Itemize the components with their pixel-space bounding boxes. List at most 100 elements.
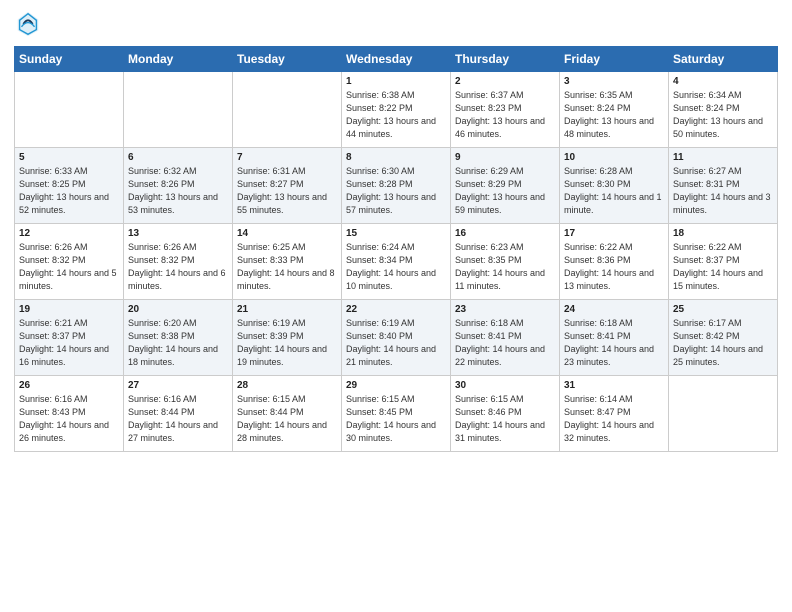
col-header-monday: Monday <box>124 47 233 72</box>
col-header-tuesday: Tuesday <box>233 47 342 72</box>
day-number: 28 <box>237 380 337 391</box>
day-info: Sunrise: 6:22 AM Sunset: 8:36 PM Dayligh… <box>564 241 664 293</box>
calendar-row: 1 Sunrise: 6:38 AM Sunset: 8:22 PM Daylig… <box>15 72 778 148</box>
day-number: 6 <box>128 152 228 163</box>
day-info: Sunrise: 6:33 AM Sunset: 8:25 PM Dayligh… <box>19 165 119 217</box>
day-info: Sunrise: 6:29 AM Sunset: 8:29 PM Dayligh… <box>455 165 555 217</box>
calendar-cell <box>124 72 233 148</box>
day-number: 10 <box>564 152 664 163</box>
day-info: Sunrise: 6:22 AM Sunset: 8:37 PM Dayligh… <box>673 241 773 293</box>
calendar-cell: 12 Sunrise: 6:26 AM Sunset: 8:32 PM Dayli… <box>15 224 124 300</box>
day-number: 8 <box>346 152 446 163</box>
day-info: Sunrise: 6:19 AM Sunset: 8:39 PM Dayligh… <box>237 317 337 369</box>
day-info: Sunrise: 6:21 AM Sunset: 8:37 PM Dayligh… <box>19 317 119 369</box>
day-number: 31 <box>564 380 664 391</box>
col-header-thursday: Thursday <box>451 47 560 72</box>
calendar-cell: 15 Sunrise: 6:24 AM Sunset: 8:34 PM Dayli… <box>342 224 451 300</box>
day-number: 2 <box>455 76 555 87</box>
day-info: Sunrise: 6:30 AM Sunset: 8:28 PM Dayligh… <box>346 165 446 217</box>
calendar-row: 5 Sunrise: 6:33 AM Sunset: 8:25 PM Daylig… <box>15 148 778 224</box>
day-info: Sunrise: 6:28 AM Sunset: 8:30 PM Dayligh… <box>564 165 664 217</box>
calendar-cell: 1 Sunrise: 6:38 AM Sunset: 8:22 PM Daylig… <box>342 72 451 148</box>
day-info: Sunrise: 6:15 AM Sunset: 8:44 PM Dayligh… <box>237 393 337 445</box>
col-header-sunday: Sunday <box>15 47 124 72</box>
calendar-cell: 7Sunrise: 6:31 AM Sunset: 8:27 PM Daylig… <box>233 148 342 224</box>
day-info: Sunrise: 6:37 AM Sunset: 8:23 PM Dayligh… <box>455 89 555 141</box>
day-info: Sunrise: 6:35 AM Sunset: 8:24 PM Dayligh… <box>564 89 664 141</box>
calendar-cell: 9 Sunrise: 6:29 AM Sunset: 8:29 PM Daylig… <box>451 148 560 224</box>
logo-icon <box>14 10 42 38</box>
calendar-cell: 5 Sunrise: 6:33 AM Sunset: 8:25 PM Daylig… <box>15 148 124 224</box>
day-number: 22 <box>346 304 446 315</box>
day-info: Sunrise: 6:16 AM Sunset: 8:43 PM Dayligh… <box>19 393 119 445</box>
calendar-cell <box>669 376 778 452</box>
calendar-cell: 21 Sunrise: 6:19 AM Sunset: 8:39 PM Dayli… <box>233 300 342 376</box>
day-info: Sunrise: 6:32 AM Sunset: 8:26 PM Dayligh… <box>128 165 228 217</box>
day-info: Sunrise: 6:16 AM Sunset: 8:44 PM Dayligh… <box>128 393 228 445</box>
calendar-cell <box>233 72 342 148</box>
day-number: 19 <box>19 304 119 315</box>
calendar-row: 26 Sunrise: 6:16 AM Sunset: 8:43 PM Dayli… <box>15 376 778 452</box>
calendar-cell: 16 Sunrise: 6:23 AM Sunset: 8:35 PM Dayli… <box>451 224 560 300</box>
day-info: Sunrise: 6:20 AM Sunset: 8:38 PM Dayligh… <box>128 317 228 369</box>
day-info: Sunrise: 6:15 AM Sunset: 8:46 PM Dayligh… <box>455 393 555 445</box>
calendar-cell: 28 Sunrise: 6:15 AM Sunset: 8:44 PM Dayli… <box>233 376 342 452</box>
day-number: 30 <box>455 380 555 391</box>
day-number: 16 <box>455 228 555 239</box>
day-info: Sunrise: 6:23 AM Sunset: 8:35 PM Dayligh… <box>455 241 555 293</box>
calendar-row: 19 Sunrise: 6:21 AM Sunset: 8:37 PM Dayli… <box>15 300 778 376</box>
calendar-cell: 18 Sunrise: 6:22 AM Sunset: 8:37 PM Dayli… <box>669 224 778 300</box>
header-row: SundayMondayTuesdayWednesdayThursdayFrid… <box>15 47 778 72</box>
day-number: 3 <box>564 76 664 87</box>
day-number: 4 <box>673 76 773 87</box>
calendar-cell: 20 Sunrise: 6:20 AM Sunset: 8:38 PM Dayli… <box>124 300 233 376</box>
day-info: Sunrise: 6:27 AM Sunset: 8:31 PM Dayligh… <box>673 165 773 217</box>
day-info: Sunrise: 6:38 AM Sunset: 8:22 PM Dayligh… <box>346 89 446 141</box>
day-info: Sunrise: 6:18 AM Sunset: 8:41 PM Dayligh… <box>564 317 664 369</box>
day-info: Sunrise: 6:18 AM Sunset: 8:41 PM Dayligh… <box>455 317 555 369</box>
calendar-cell: 4 Sunrise: 6:34 AM Sunset: 8:24 PM Daylig… <box>669 72 778 148</box>
col-header-saturday: Saturday <box>669 47 778 72</box>
day-number: 5 <box>19 152 119 163</box>
calendar-cell: 14Sunrise: 6:25 AM Sunset: 8:33 PM Dayli… <box>233 224 342 300</box>
calendar-cell: 8 Sunrise: 6:30 AM Sunset: 8:28 PM Daylig… <box>342 148 451 224</box>
day-number: 15 <box>346 228 446 239</box>
calendar-cell: 2 Sunrise: 6:37 AM Sunset: 8:23 PM Daylig… <box>451 72 560 148</box>
day-info: Sunrise: 6:34 AM Sunset: 8:24 PM Dayligh… <box>673 89 773 141</box>
calendar-cell: 30 Sunrise: 6:15 AM Sunset: 8:46 PM Dayli… <box>451 376 560 452</box>
day-number: 12 <box>19 228 119 239</box>
day-info: Sunrise: 6:19 AM Sunset: 8:40 PM Dayligh… <box>346 317 446 369</box>
day-info: Sunrise: 6:26 AM Sunset: 8:32 PM Dayligh… <box>19 241 119 293</box>
calendar-cell: 11Sunrise: 6:27 AM Sunset: 8:31 PM Dayli… <box>669 148 778 224</box>
calendar-cell: 17 Sunrise: 6:22 AM Sunset: 8:36 PM Dayli… <box>560 224 669 300</box>
calendar-cell: 31 Sunrise: 6:14 AM Sunset: 8:47 PM Dayli… <box>560 376 669 452</box>
day-info: Sunrise: 6:24 AM Sunset: 8:34 PM Dayligh… <box>346 241 446 293</box>
calendar-cell: 26 Sunrise: 6:16 AM Sunset: 8:43 PM Dayli… <box>15 376 124 452</box>
day-info: Sunrise: 6:17 AM Sunset: 8:42 PM Dayligh… <box>673 317 773 369</box>
day-number: 21 <box>237 304 337 315</box>
day-number: 23 <box>455 304 555 315</box>
day-number: 1 <box>346 76 446 87</box>
calendar-cell: 19 Sunrise: 6:21 AM Sunset: 8:37 PM Dayli… <box>15 300 124 376</box>
logo <box>14 10 46 38</box>
day-number: 17 <box>564 228 664 239</box>
day-number: 25 <box>673 304 773 315</box>
page: SundayMondayTuesdayWednesdayThursdayFrid… <box>0 0 792 612</box>
day-number: 20 <box>128 304 228 315</box>
calendar-cell: 22 Sunrise: 6:19 AM Sunset: 8:40 PM Dayli… <box>342 300 451 376</box>
day-number: 9 <box>455 152 555 163</box>
day-number: 14 <box>237 228 337 239</box>
day-number: 27 <box>128 380 228 391</box>
day-info: Sunrise: 6:14 AM Sunset: 8:47 PM Dayligh… <box>564 393 664 445</box>
calendar-cell: 3 Sunrise: 6:35 AM Sunset: 8:24 PM Daylig… <box>560 72 669 148</box>
calendar-cell: 6 Sunrise: 6:32 AM Sunset: 8:26 PM Daylig… <box>124 148 233 224</box>
day-info: Sunrise: 6:26 AM Sunset: 8:32 PM Dayligh… <box>128 241 228 293</box>
day-number: 7 <box>237 152 337 163</box>
calendar-cell: 24Sunrise: 6:18 AM Sunset: 8:41 PM Dayli… <box>560 300 669 376</box>
calendar-cell: 29Sunrise: 6:15 AM Sunset: 8:45 PM Dayli… <box>342 376 451 452</box>
header <box>14 10 778 38</box>
day-number: 26 <box>19 380 119 391</box>
day-number: 18 <box>673 228 773 239</box>
calendar-row: 12 Sunrise: 6:26 AM Sunset: 8:32 PM Dayli… <box>15 224 778 300</box>
calendar-cell: 25 Sunrise: 6:17 AM Sunset: 8:42 PM Dayli… <box>669 300 778 376</box>
